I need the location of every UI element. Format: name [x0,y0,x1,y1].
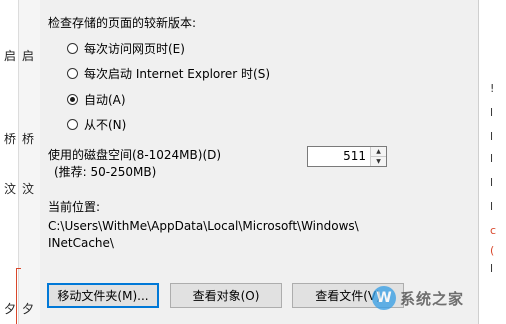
left-fragment-text: 夕 [4,302,17,316]
right-fragment-text: l [490,176,494,189]
disk-space-label: 使用的磁盘空间(8-1024MB)(D) [48,148,222,162]
radio-every-start[interactable]: 每次启动 Internet Explorer 时(S) [67,65,270,81]
right-fragment-text: c [490,224,497,237]
radio-button-icon[interactable] [67,67,78,79]
current-location-label: 当前位置: [48,200,101,214]
right-fragment-text: l [490,106,494,119]
radio-label: 自动(A) [84,92,126,107]
right-fragment-text: l [490,130,494,143]
stepper-down-icon[interactable]: ▼ [371,156,386,166]
left-fragment-text: 启 [22,49,35,63]
current-location-path-line2: INetCache\ [48,236,114,250]
check-versions-label: 检查存储的页面的较新版本: [48,16,197,30]
red-border-line [16,268,17,324]
disk-space-hint: (推荐: 50-250MB) [54,165,157,179]
right-fragment-text: l [490,262,494,275]
left-fragment-text: 启 [4,49,17,63]
left-fragment-text: 夕 [22,302,35,316]
view-objects-button[interactable]: 查看对象(O) [170,283,282,308]
disk-space-value[interactable]: 511 [343,149,366,163]
left-fragment-text: 桥 [22,132,35,146]
move-folder-button[interactable]: 移动文件夹(M)... [47,283,159,308]
watermark-logo-icon: W [372,286,396,310]
left-fragment-text: 桥 [4,132,17,146]
radio-label: 每次访问网页时(E) [84,41,185,56]
left-fragment-text: 汶 [4,182,17,196]
right-fragment-text: ! [490,82,495,95]
radio-automatic[interactable]: 自动(A) [67,91,126,107]
radio-label: 从不(N) [84,117,127,132]
stepper-buttons: ▲ ▼ [370,147,386,166]
radio-every-visit[interactable]: 每次访问网页时(E) [67,40,185,56]
right-fragment-text: ( [490,244,495,257]
red-border-corner [16,268,21,269]
radio-label: 每次启动 Internet Explorer 时(S) [84,66,271,81]
stepper-up-icon[interactable]: ▲ [371,147,386,156]
right-fragment-text: l [490,152,494,165]
radio-button-icon[interactable] [67,42,78,54]
left-fragment-text: 汶 [22,182,35,196]
watermark-text: 系统之家 [400,289,465,308]
right-fragment-text: l [490,200,494,213]
disk-space-stepper[interactable]: 511 ▲ ▼ [307,146,387,167]
watermark: W 系统之家 [372,280,497,316]
radio-never[interactable]: 从不(N) [67,116,126,132]
radio-button-icon[interactable] [67,118,78,130]
radio-button-checked-icon[interactable] [67,93,78,105]
current-location-path-line1: C:\Users\WithMe\AppData\Local\Microsoft\… [48,219,359,233]
